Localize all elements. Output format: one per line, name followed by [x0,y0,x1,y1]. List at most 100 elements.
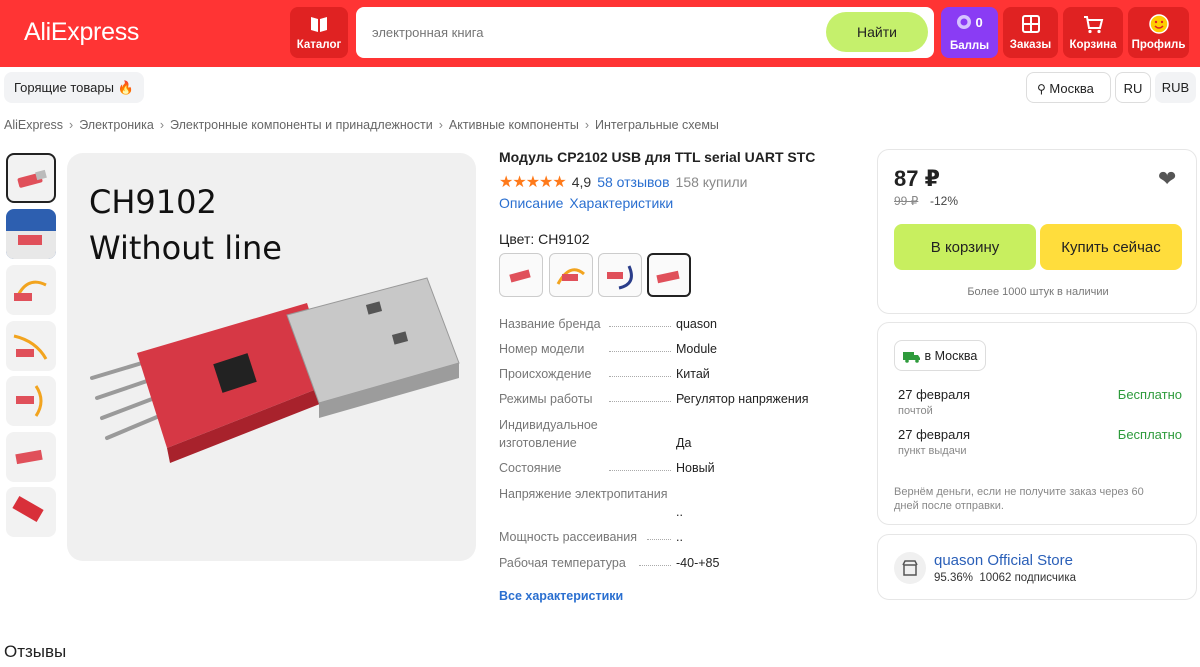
product-title: Модуль CP2102 USB для TTL serial UART ST… [499,149,816,165]
stock-info: Более 1000 штук в наличии [967,286,1109,298]
chevron-right-icon: › [159,118,165,132]
breadcrumb-item[interactable]: Электронные компоненты и принадлежности [170,118,433,132]
gallery-thumbnail[interactable] [6,432,56,482]
breadcrumb-item[interactable]: Интегральные схемы [595,118,719,132]
catalog-button[interactable]: Каталог [290,7,348,58]
heart-icon[interactable]: ❤ [1158,166,1176,192]
color-swatch-selected[interactable] [647,253,691,297]
sold-count: 158 купили [675,174,748,190]
breadcrumb-item[interactable]: Электроника [79,118,154,132]
delivery-date: 27 февраля [898,387,970,402]
all-specifications-link[interactable]: Все характеристики [499,589,623,603]
location-pin-icon: ⚲ [1037,82,1046,96]
refund-note: Вернём деньги, если не получите заказ че… [894,486,1144,512]
city-selector[interactable]: ⚲ Москва [1026,72,1111,103]
store-stats: 95.36% 10062 подписчика [934,572,1076,584]
leader-dots [609,470,671,471]
spec-value: Да [676,436,692,450]
cart-icon [1084,16,1104,34]
usb-module-swatch-icon [656,270,680,284]
buy-now-button[interactable]: Купить сейчас [1040,224,1182,270]
cart-button[interactable]: Корзина [1063,7,1123,58]
leader-dots [609,326,671,327]
spec-key: Мощность рассеивания [499,530,638,544]
usb-cable-thumb-icon [14,280,47,301]
currency-selector[interactable]: RUB [1155,72,1196,103]
main-product-image[interactable]: CH9102 Without line [67,153,476,561]
spec-value: .. [676,530,683,544]
spec-value: .. [676,505,683,519]
aliexpress-logo[interactable]: AliExpress [24,18,139,47]
coin-icon [957,15,972,29]
rating-row: ★★★★★ 4,9 58 отзывов 158 купили [499,172,747,192]
cart-label: Корзина [1069,39,1117,51]
delivery-price: Бесплатно [1117,427,1182,442]
gallery-thumbnail[interactable] [6,209,56,259]
usb-module-thumb-icon [15,449,43,465]
fire-icon: 🔥 [117,80,134,95]
price-card: 87 ₽ 99 ₽ -12% ❤ В корзину Купить сейчас… [877,149,1197,314]
truck-icon [903,351,920,363]
profile-label: Профиль [1131,39,1186,51]
breadcrumb-item[interactable]: Активные компоненты [449,118,579,132]
chevron-right-icon: › [438,118,443,132]
top-header: AliExpress Каталог Найти 0 Баллы Заказы [0,0,1200,67]
hot-deals-chip[interactable]: Горящие товары 🔥 [4,72,144,103]
usb-cable-swatch-icon [556,268,585,285]
add-to-cart-button[interactable]: В корзину [894,224,1036,270]
color-swatch[interactable] [549,253,593,297]
delivery-city-label: в Москва [924,349,978,363]
spec-value: quason [676,317,718,331]
usb-cable-thumb-icon [13,334,48,360]
usb-module-swatch-icon [509,269,531,283]
tab-specifications[interactable]: Характеристики [569,195,673,211]
usb-module-thumb-icon [12,495,44,523]
color-label: Цвет: CH9102 [499,231,590,247]
spec-key: Напряжение электропитания [499,487,668,501]
search-input[interactable] [372,20,812,44]
breadcrumb-item[interactable]: AliExpress [4,118,63,132]
delivery-date: 27 февраля [898,427,970,442]
delivery-city-badge[interactable]: в Москва [894,340,987,371]
shop-icon [902,560,918,576]
usb-module-thumb-icon [6,231,56,259]
spec-key: Режимы работы [499,392,593,406]
profile-button[interactable]: Профиль [1128,7,1189,58]
old-price: 99 ₽ [894,194,919,208]
box-icon [1021,15,1040,33]
color-swatch[interactable] [499,253,543,297]
orders-button[interactable]: Заказы [1003,7,1058,58]
spec-key: Состояние [499,461,562,475]
spec-value: Module [676,342,717,356]
hot-deals-label: Горящие товары [14,80,114,95]
current-price: 87 ₽ [894,166,940,191]
store-name-link[interactable]: quason Official Store [934,552,1073,569]
leader-dots [609,351,671,352]
store-card[interactable]: quason Official Store 95.36% 10062 подпи… [877,534,1197,600]
language-selector[interactable]: RU [1115,72,1151,103]
gallery-thumbnail[interactable] [6,321,56,371]
gallery-thumbnail[interactable] [6,265,56,315]
search-box: Найти [356,7,934,58]
reviews-link[interactable]: 58 отзывов [597,174,669,190]
points-label: Баллы [949,40,990,52]
spec-key: Рабочая температура [499,556,626,570]
smiley-icon [1148,14,1169,34]
gallery-thumbnail[interactable] [6,376,56,426]
book-icon [311,17,327,32]
gallery-thumbnail[interactable] [6,153,56,203]
usb-module-thumb-icon [17,169,47,188]
delivery-price: Бесплатно [1117,387,1182,402]
points-button[interactable]: 0 Баллы [941,7,998,58]
store-icon [894,552,926,584]
city-label: Москва [1049,81,1094,96]
usb-cable-thumb-icon [16,385,43,417]
color-swatch[interactable] [598,253,642,297]
search-button[interactable]: Найти [826,12,928,52]
orders-label: Заказы [1009,39,1052,51]
delivery-method: почтой [898,405,933,417]
points-count: 0 [975,14,983,30]
gallery-thumbnail[interactable] [6,487,56,537]
tab-description[interactable]: Описание [499,195,563,211]
store-followers: 10062 подписчика [979,572,1077,584]
